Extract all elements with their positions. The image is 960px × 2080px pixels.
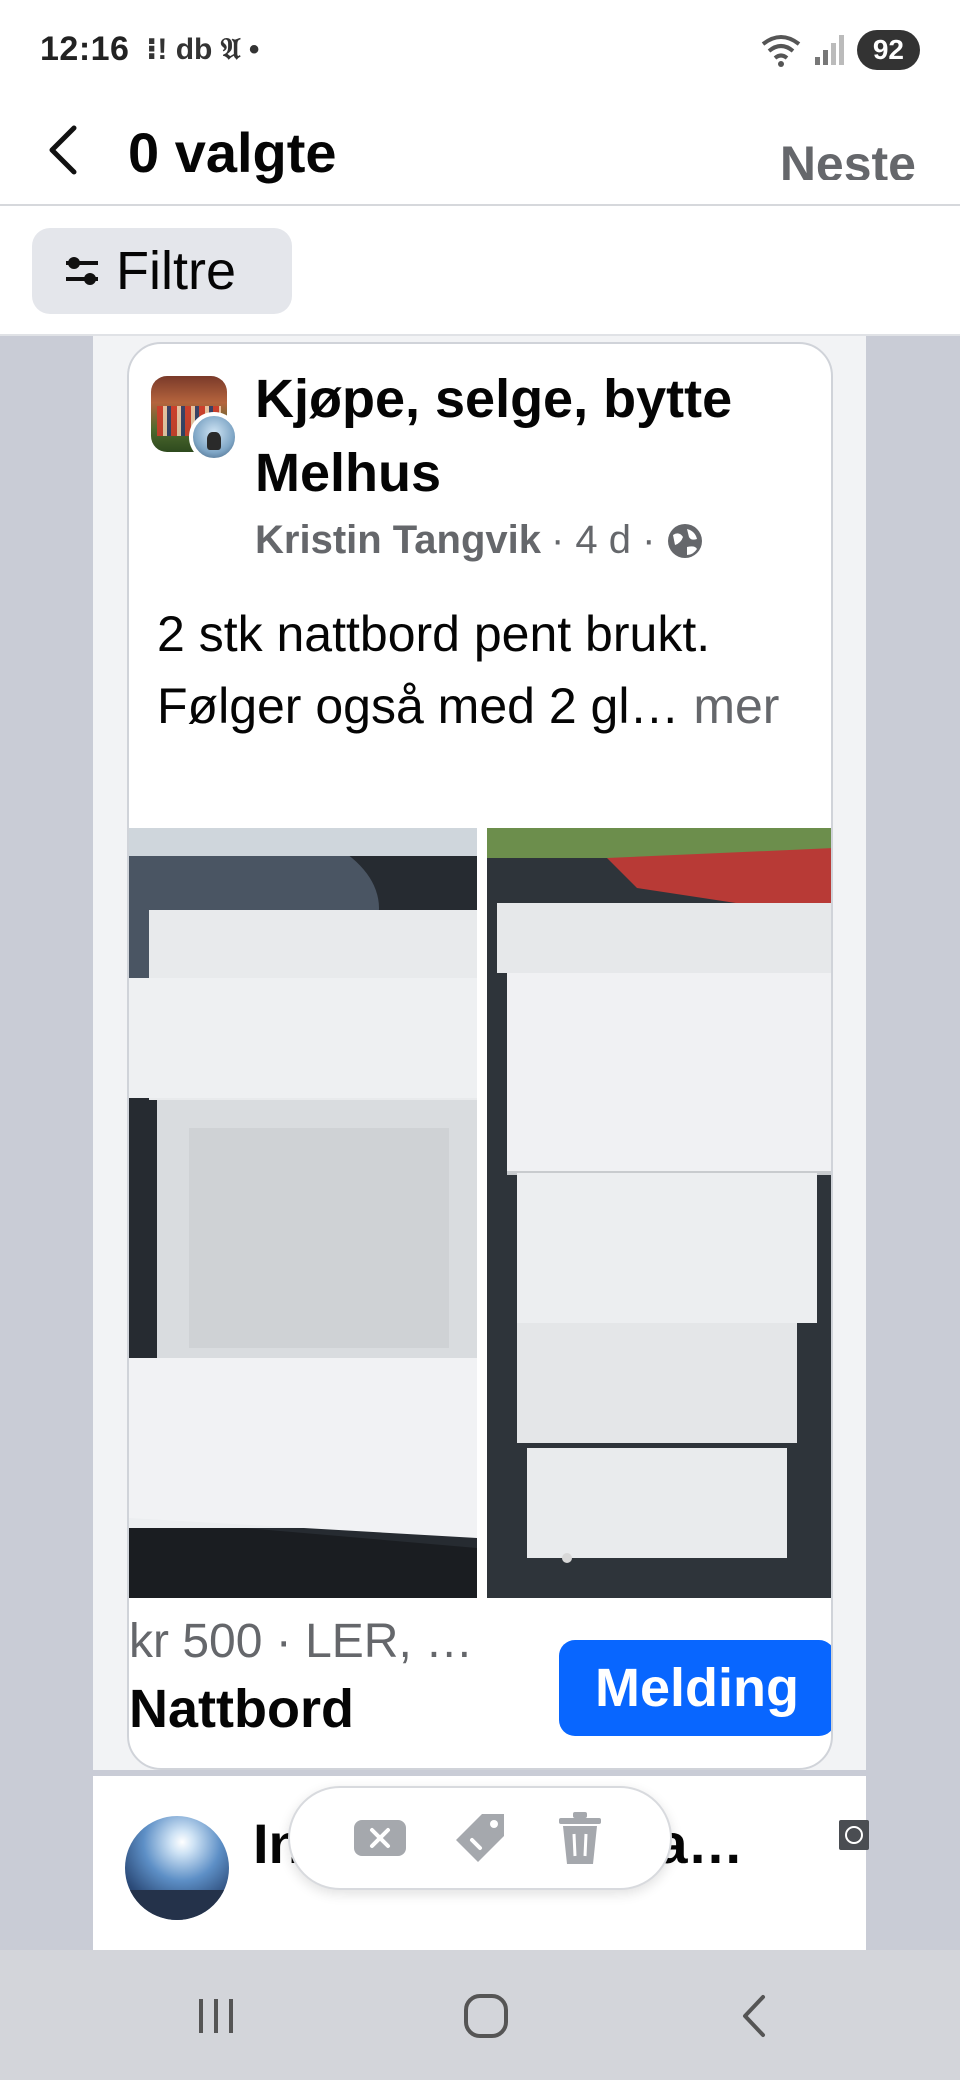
more-link[interactable]: mer [693,678,779,734]
globe-icon [668,523,703,558]
wifi-icon [761,35,801,67]
photo-gallery [129,828,831,1598]
author-avatar[interactable] [189,412,239,462]
close-tag-icon [354,1820,406,1856]
back-button[interactable] [40,120,90,180]
select-checkbox[interactable] [839,1820,869,1850]
signal-icon [814,35,844,65]
photo-open-drawer-image [129,828,477,1598]
photo-drawers-image [487,828,831,1598]
photo-nightstand-closed[interactable] [487,828,831,1598]
selection-actions-bar [288,1786,672,1890]
delete-button[interactable] [552,1810,608,1866]
page-title: 0 valgte [128,121,337,184]
filter-bar: Filtre [0,208,960,336]
home-button[interactable] [446,1982,526,2050]
next-button[interactable]: Neste [780,132,916,180]
post-card[interactable]: Kjøpe, selge, bytte Melhus Kristin Tangv… [127,342,833,1770]
home-icon [464,1994,508,2038]
post-body: 2 stk nattbord pent brukt. Følger også m… [157,606,711,734]
message-button[interactable]: Melding [559,1640,831,1736]
chevron-left-icon [49,125,77,175]
group-name[interactable]: Kjøpe, selge, bytte Melhus [255,362,815,510]
author-name[interactable]: Kristin Tangvik [255,518,541,563]
battery-indicator: 92 [856,30,920,70]
post-meta: Kristin Tangvik · 4 d · [255,518,705,563]
listing-price-location: kr 500 · LER, … [129,1615,474,1668]
author-avatar-next[interactable] [125,1816,229,1920]
feed[interactable]: Kjøpe, selge, bytte Melhus Kristin Tangv… [0,336,960,1950]
status-bar: 12:16 ⁝! db 𝔄 • 92 [0,0,960,100]
tag-button[interactable] [452,1810,508,1866]
post-text: 2 stk nattbord pent brukt. Følger også m… [157,598,817,742]
system-nav-bar [0,1950,960,2080]
battery-level: 92 [872,34,904,65]
clock: 12:16 [40,30,130,68]
listing-title[interactable]: Nattbord [129,1678,354,1740]
feed-column: Kjøpe, selge, bytte Melhus Kristin Tangv… [93,336,869,1950]
remove-tag-button[interactable] [352,1810,408,1866]
post-time: · 4 d · [550,518,656,562]
notification-icons: ⁝! db 𝔄 • [146,33,260,66]
selection-header: 0 valgte Neste [0,100,960,206]
system-back-button[interactable] [716,1982,796,2050]
filter-label: Filtre [116,241,236,301]
back-icon [743,1995,765,2037]
recent-apps-icon [199,1999,233,2033]
filter-button[interactable]: Filtre [32,228,292,314]
photo-nightstand-open[interactable] [129,828,477,1598]
price-tag-icon [456,1814,504,1862]
status-icons: 92 [759,28,920,72]
sliders-icon [66,257,98,285]
trash-icon [559,1812,601,1864]
recent-apps-button[interactable] [176,1982,256,2050]
